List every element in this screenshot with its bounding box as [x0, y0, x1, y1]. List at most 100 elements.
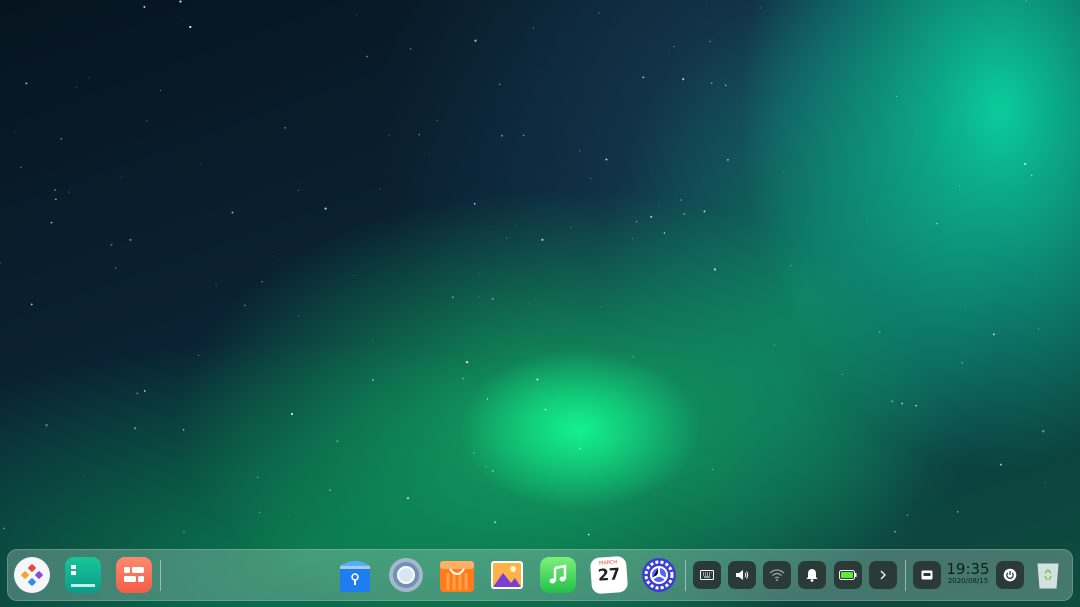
star — [663, 232, 666, 234]
keyboard-button[interactable] — [693, 561, 721, 589]
lock-bag-icon — [340, 561, 370, 592]
star — [515, 223, 517, 225]
star — [317, 538, 319, 540]
star — [569, 227, 571, 229]
star — [636, 221, 638, 223]
star — [3, 527, 5, 530]
star — [703, 210, 706, 213]
browser-guard-button[interactable] — [337, 557, 373, 593]
star — [129, 238, 132, 242]
star — [491, 470, 494, 472]
star — [866, 222, 868, 223]
launcher-button[interactable] — [14, 557, 50, 593]
dock-separator — [685, 560, 686, 591]
notifications-button[interactable] — [798, 561, 826, 589]
star — [329, 489, 331, 492]
wallpaper-stars — [0, 0, 1047, 540]
globe-icon — [389, 558, 423, 592]
star — [115, 267, 117, 269]
sound-button[interactable] — [728, 561, 756, 589]
star — [853, 73, 855, 75]
music-button[interactable] — [540, 557, 576, 593]
star — [600, 305, 602, 307]
star — [936, 223, 938, 225]
star — [724, 84, 727, 87]
star — [642, 76, 645, 79]
screen-recorder-button[interactable] — [913, 561, 941, 589]
star — [215, 284, 217, 286]
star — [45, 424, 48, 427]
star — [485, 465, 487, 468]
star — [451, 296, 454, 299]
star — [965, 306, 967, 308]
star — [891, 400, 893, 403]
star — [50, 221, 53, 224]
star — [491, 297, 494, 300]
star — [182, 428, 185, 431]
calendar-day: 27 — [597, 564, 621, 585]
star — [961, 362, 963, 364]
star — [532, 27, 535, 29]
star — [1025, 0, 1027, 2]
star — [915, 404, 918, 407]
star — [878, 330, 881, 333]
star — [388, 134, 390, 136]
file-manager-icon — [71, 565, 95, 587]
dock-separator — [905, 560, 906, 591]
star — [372, 379, 374, 381]
file-manager-button[interactable] — [65, 557, 101, 593]
star — [261, 280, 263, 283]
music-note-icon — [549, 564, 567, 584]
star — [1038, 328, 1040, 330]
star — [957, 511, 959, 513]
image-viewer-button[interactable] — [489, 557, 525, 593]
battery-button[interactable] — [834, 561, 862, 589]
control-center-button[interactable] — [641, 557, 677, 593]
star — [1042, 430, 1045, 433]
clock[interactable]: 19:35 2020/08/15 — [946, 561, 990, 586]
star — [773, 344, 775, 346]
star — [366, 55, 369, 58]
calendar-button[interactable]: MARCH 27 — [589, 555, 629, 595]
star — [136, 392, 139, 395]
star — [133, 427, 137, 430]
star — [680, 199, 682, 201]
star — [259, 511, 261, 513]
star — [60, 137, 63, 140]
star — [541, 238, 544, 241]
star — [579, 150, 581, 152]
star — [198, 354, 200, 356]
multitask-button[interactable] — [116, 557, 152, 593]
star — [842, 373, 843, 375]
star — [895, 95, 898, 97]
star — [19, 166, 22, 169]
star — [353, 275, 355, 276]
star — [590, 177, 592, 179]
multitask-icon — [124, 567, 144, 582]
expand-tray-button[interactable] — [869, 561, 897, 589]
clock-date: 2020/08/15 — [947, 577, 989, 585]
star — [683, 212, 686, 216]
star — [501, 134, 504, 137]
star — [324, 207, 327, 210]
wifi-icon — [769, 569, 785, 581]
star — [650, 215, 653, 218]
power-button[interactable] — [996, 561, 1024, 589]
star — [409, 48, 412, 50]
trash-button[interactable] — [1034, 560, 1062, 590]
screen-icon — [921, 570, 933, 580]
star — [894, 530, 896, 533]
star — [55, 198, 57, 201]
star — [143, 5, 146, 8]
star — [25, 82, 28, 85]
star — [465, 360, 469, 364]
star — [1045, 481, 1047, 484]
star — [713, 268, 717, 271]
power-icon — [1003, 568, 1017, 582]
star — [1030, 174, 1033, 177]
star — [110, 243, 113, 246]
browser-button[interactable] — [388, 557, 424, 593]
star — [709, 40, 711, 43]
app-store-button[interactable] — [439, 557, 475, 593]
network-button[interactable] — [763, 561, 791, 589]
